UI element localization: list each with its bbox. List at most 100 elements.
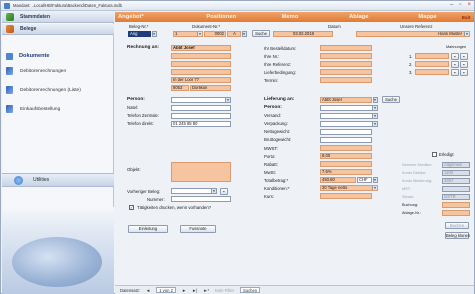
right-row-2-field[interactable]: 3267 bbox=[442, 178, 470, 184]
mahnung-1-print-button[interactable]: ▪ bbox=[460, 53, 468, 60]
beleg-nr-field[interactable]: Ang bbox=[128, 31, 151, 37]
objekt-field[interactable] bbox=[171, 162, 231, 182]
rechnung-name-field[interactable]: Abbt Josef bbox=[171, 45, 231, 51]
kurs-field[interactable] bbox=[320, 193, 372, 199]
termin-field[interactable] bbox=[320, 77, 372, 83]
natel-field[interactable] bbox=[171, 105, 231, 111]
telefon-zentrale-field[interactable] bbox=[171, 113, 231, 119]
mahnung-2-date-button[interactable]: ▪ bbox=[451, 61, 459, 68]
minimize-icon[interactable]: – bbox=[450, 2, 453, 8]
rechnung-line3-field[interactable] bbox=[171, 61, 231, 67]
right-row-3-field[interactable] bbox=[442, 186, 470, 192]
right-row-0-label: Nummer Kreditor: bbox=[402, 163, 432, 167]
search-field[interactable]: Suchen bbox=[239, 287, 261, 293]
right-row-3-label: MST: bbox=[402, 187, 411, 191]
right-row-4-label: Steuer: bbox=[402, 195, 415, 199]
rechnung-line2-field[interactable] bbox=[171, 53, 231, 59]
right-row-5-field[interactable] bbox=[442, 202, 470, 208]
lieferung-suche-button[interactable]: Suche bbox=[382, 96, 400, 103]
dokument-nr-a-value: 1 bbox=[175, 31, 178, 36]
referenz-field[interactable]: Hans Muster ▾ bbox=[356, 31, 470, 37]
mwst-field[interactable] bbox=[320, 145, 372, 151]
sidebar-item-debitorenrechnungen[interactable]: Debitorenrechnungen bbox=[6, 66, 66, 76]
versand-field[interactable]: ▾ bbox=[320, 113, 378, 119]
first-record-icon[interactable]: ◄ bbox=[146, 288, 150, 293]
sidebar-item-stammdaten[interactable]: Stammdaten bbox=[2, 12, 114, 23]
right-row-0-field[interactable]: Allgemein bbox=[442, 162, 470, 168]
vorheriger-beleg-field[interactable]: ▾ bbox=[171, 188, 217, 194]
dokument-nr-part-a[interactable]: 1 ▾ bbox=[173, 31, 203, 37]
sidebar-item-belege[interactable]: Belege bbox=[2, 24, 114, 35]
rechnung-line4-field[interactable] bbox=[171, 69, 231, 75]
maximize-icon[interactable]: ▫ bbox=[459, 2, 461, 8]
tab-mappe[interactable]: Mappe bbox=[393, 14, 462, 20]
porto-field[interactable]: 8.00 bbox=[320, 153, 372, 159]
nummer-label: Nummer: bbox=[147, 197, 165, 202]
mahnung-3-print-button[interactable]: ▪ bbox=[460, 69, 468, 76]
dokument-nr-part-b[interactable]: 0002 bbox=[204, 31, 226, 37]
sidebar-item-einkaufsbestellung[interactable]: Einkaufsbestellung bbox=[6, 104, 60, 114]
rechnung-strasse-field[interactable]: In der Loor 77 bbox=[171, 77, 231, 83]
mahnung-1-date-button[interactable]: ▪ bbox=[451, 53, 459, 60]
mahnung-3-field[interactable] bbox=[415, 69, 449, 75]
totalbetrag-field[interactable]: 493.80 bbox=[320, 177, 356, 183]
tab-ablage[interactable]: Ablage bbox=[324, 14, 393, 20]
mahnung-3-label: 3. bbox=[409, 70, 413, 75]
mahnung-2-print-button[interactable]: ▪ bbox=[460, 61, 468, 68]
exit-button[interactable]: Exit bbox=[462, 15, 474, 20]
right-row-4-field[interactable]: GSTR bbox=[442, 194, 470, 200]
bestelldatum-field[interactable] bbox=[320, 45, 372, 51]
record-position[interactable]: 1 von 2 bbox=[156, 287, 176, 293]
nettogewicht-field[interactable] bbox=[320, 129, 372, 135]
currency-dropdown[interactable]: ▾ bbox=[373, 177, 378, 183]
next-record-icon[interactable]: ► bbox=[182, 288, 186, 293]
close-icon[interactable]: × bbox=[467, 2, 471, 8]
nettogewicht-label: Nettogewicht: bbox=[264, 129, 291, 134]
sidebar-item-debitorenrechnungen-liste[interactable]: Debitorenrechnungen (Liste) bbox=[6, 85, 81, 95]
tab-positionen[interactable]: Positionen bbox=[187, 14, 256, 20]
rabatt-field[interactable] bbox=[320, 161, 372, 167]
beleg-kopieren-button[interactable]: Beleg klonen bbox=[445, 232, 470, 239]
datum-field[interactable]: 03.02.2018 bbox=[273, 31, 333, 37]
mwst2-field[interactable]: 7.6% bbox=[320, 169, 372, 175]
lieferung-name-field[interactable]: Abbt Josef bbox=[320, 97, 372, 103]
lieferung-an-label: Lieferung an: bbox=[264, 97, 295, 102]
currency-field[interactable]: CHF bbox=[357, 177, 372, 183]
suche-button[interactable]: Suche bbox=[252, 30, 270, 37]
last-record-icon[interactable]: ►| bbox=[192, 288, 197, 293]
verpackung-field[interactable]: ▾ bbox=[320, 121, 378, 127]
right-row-1-field[interactable]: 1100 bbox=[442, 170, 470, 176]
tab-angebot[interactable]: Angebot* bbox=[115, 14, 187, 20]
fussnote-button[interactable]: Fussnote bbox=[180, 225, 216, 233]
nummer-field[interactable] bbox=[171, 196, 231, 202]
lieferung-person-field[interactable]: ▾ bbox=[320, 105, 378, 111]
beleg-nr-dropdown[interactable]: ▾ bbox=[152, 31, 157, 37]
right-row-6-field[interactable] bbox=[442, 210, 470, 216]
taetigkeiten-checkbox[interactable]: ✓ bbox=[129, 205, 134, 210]
tab-memo[interactable]: Memo bbox=[256, 14, 325, 20]
mahnung-1-field[interactable] bbox=[415, 53, 449, 59]
einleitung-button[interactable]: Einleitung bbox=[128, 225, 168, 233]
konditionen-field[interactable]: 30 Tage netto ▾ bbox=[320, 185, 378, 191]
lieferung-dropdown[interactable]: ▾ bbox=[373, 97, 378, 103]
sidebar: Stammdaten Belege Dokumente Debitorenrec… bbox=[2, 12, 114, 294]
erledigt-checkbox[interactable] bbox=[432, 152, 437, 157]
buchen-button[interactable]: Buchen bbox=[445, 222, 469, 229]
mahnung-3-date-button[interactable]: ▪ bbox=[451, 69, 459, 76]
filter-status[interactable]: Kein Filter bbox=[215, 288, 234, 293]
rechnung-ort-field[interactable]: Dorlikon bbox=[190, 85, 231, 91]
vorheriger-beleg-open-button[interactable]: ▪ bbox=[220, 188, 228, 195]
sidebar-item-utilities[interactable]: Utilities bbox=[2, 173, 114, 187]
dokument-nr-part-c[interactable]: A bbox=[227, 31, 241, 37]
ihre-nr-field[interactable] bbox=[320, 53, 372, 59]
bruttogewicht-field[interactable] bbox=[320, 137, 372, 143]
lieferbedingung-field[interactable] bbox=[320, 69, 372, 75]
dokument-nr-dropdown[interactable]: ▾ bbox=[242, 31, 247, 37]
document-form: Beleg-Nr.* Ang ▾ Dokument-Nr.* 1 ▾ 0002 A… bbox=[115, 22, 474, 285]
person-field[interactable]: ▾ bbox=[171, 97, 231, 103]
rechnung-plz-field[interactable]: 8053 bbox=[171, 85, 189, 91]
new-record-icon[interactable]: ►* bbox=[203, 288, 209, 293]
telefon-direkt-field[interactable]: 01 245 65 80 bbox=[171, 121, 231, 127]
mahnung-2-field[interactable] bbox=[415, 61, 449, 67]
ihre-referenz-field[interactable] bbox=[320, 61, 372, 67]
